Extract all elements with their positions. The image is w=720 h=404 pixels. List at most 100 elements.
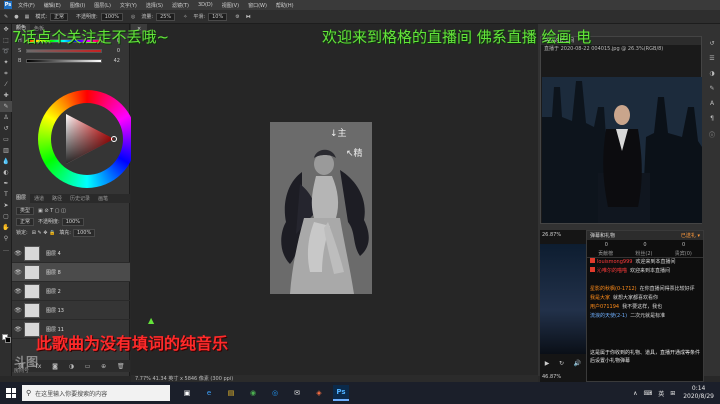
quick-select-tool-icon[interactable]: ✦ [0, 57, 12, 68]
properties-panel-icon[interactable]: ☰ [709, 55, 714, 62]
menu-edit[interactable]: 编辑(E) [44, 2, 61, 9]
tab-layers[interactable]: 图层 [12, 194, 31, 203]
chat-nickname[interactable]: 星影的秋枫(0-1712) [590, 286, 637, 292]
chat-nickname[interactable]: 沁唯尔的喵喵 [597, 268, 627, 274]
photoshop-taskbar-icon[interactable]: Ps [333, 385, 349, 401]
delete-layer-icon[interactable]: 🗑 [117, 363, 125, 370]
layer-row[interactable]: 👁 图层 2 [12, 282, 130, 301]
mode-select[interactable]: 正常 [50, 12, 69, 21]
mail-icon[interactable]: ✉ [289, 385, 305, 401]
chat-nickname[interactable]: 我是大家 [590, 295, 610, 301]
file-explorer-icon[interactable]: ▤ [223, 385, 239, 401]
gradient-tool-icon[interactable]: ▥ [0, 145, 12, 156]
dodge-tool-icon[interactable]: ◐ [0, 167, 12, 178]
tab-channels[interactable]: 通道 [30, 195, 48, 202]
saturation-track[interactable] [26, 49, 102, 53]
visibility-eye-icon[interactable]: 👁 [12, 326, 24, 333]
eyedropper-tool-icon[interactable]: ⁄ [0, 79, 12, 90]
marquee-tool-icon[interactable]: ⬚ [0, 35, 12, 46]
airbrush-icon[interactable]: ✧ [183, 14, 187, 20]
pen-tool-icon[interactable]: ✒ [0, 178, 12, 189]
refresh-icon[interactable]: ↻ [559, 360, 564, 367]
paragraph-panel-icon[interactable]: ¶ [710, 115, 714, 122]
flow-input[interactable]: 25% [156, 12, 176, 21]
chat-nickname[interactable]: 流浪的天使(2-1) [590, 313, 627, 319]
layer-opacity-input[interactable]: 100% [61, 217, 84, 226]
player-video[interactable] [540, 244, 586, 354]
volume-icon[interactable]: 🔊 [574, 360, 581, 367]
gifts-dropdown[interactable]: 已送礼 ▾ [681, 232, 700, 239]
saturation-value[interactable]: 0 [102, 48, 120, 54]
brightness-value[interactable]: 42 [102, 58, 120, 64]
tab-brushes[interactable]: 画笔 [94, 195, 112, 202]
color-wheel[interactable] [38, 90, 136, 188]
tab-contribution[interactable]: 贡献榜 [598, 250, 613, 257]
symmetry-icon[interactable]: ⧓ [246, 14, 251, 20]
lasso-tool-icon[interactable]: ➰ [0, 46, 12, 57]
input-language-indicator[interactable]: 英 [658, 389, 664, 398]
path-select-tool-icon[interactable]: ➤ [0, 200, 12, 211]
layer-row[interactable]: 👁 图层 4 [12, 244, 130, 263]
opacity-input[interactable]: 100% [100, 12, 123, 21]
visibility-eye-icon[interactable]: 👁 [12, 269, 24, 276]
background-color-swatch[interactable] [5, 337, 11, 343]
layer-row-selected[interactable]: 👁 图层 8 [12, 263, 130, 282]
zoom-tool-icon[interactable]: ⚲ [0, 233, 12, 244]
brush-settings-icon[interactable]: ▦ [25, 14, 30, 20]
visibility-eye-icon[interactable]: 👁 [12, 250, 24, 257]
type-tool-icon[interactable]: T [0, 189, 12, 200]
input-mode-icon[interactable]: ⊞ [670, 390, 675, 397]
hand-tool-icon[interactable]: ✋ [0, 222, 12, 233]
shape-tool-icon[interactable]: ▢ [0, 211, 12, 222]
start-button[interactable] [0, 382, 22, 404]
more-tools-icon[interactable]: … [0, 244, 12, 255]
move-tool-icon[interactable]: ✥ [0, 24, 12, 35]
menu-select[interactable]: 选择(S) [146, 2, 163, 9]
taskbar-clock[interactable]: 0:14 2020/8/29 [683, 385, 714, 401]
blur-tool-icon[interactable]: 💧 [0, 156, 12, 167]
fill-input[interactable]: 100% [72, 228, 96, 237]
drawing-canvas[interactable]: ↓主 ↖精 [270, 122, 372, 294]
layer-row[interactable]: 👁 图层 13 [12, 301, 130, 320]
keyboard-icon[interactable]: ⌨ [644, 390, 653, 397]
brush-tool-icon[interactable]: ✎ [0, 101, 12, 112]
menu-file[interactable]: 文件(F) [18, 2, 35, 9]
menu-help[interactable]: 帮助(H) [276, 2, 294, 9]
history-panel-icon[interactable]: ↺ [709, 40, 714, 47]
crop-tool-icon[interactable]: ⌗ [0, 68, 12, 79]
chat-nickname[interactable]: louismong999 [597, 259, 632, 265]
tab-history[interactable]: 历史记录 [66, 195, 94, 202]
layer-kind-select[interactable]: 类型 [16, 206, 35, 215]
menu-3d[interactable]: 3D(D) [198, 2, 213, 8]
brush-tool-icon[interactable]: ✎ [4, 14, 8, 20]
adjustment-layer-icon[interactable]: ◑ [69, 363, 74, 370]
chrome-browser-icon[interactable]: ◉ [245, 385, 261, 401]
brightness-slider[interactable]: B 42 [18, 58, 126, 64]
qq-browser-icon[interactable]: ◎ [267, 385, 283, 401]
brush-panel-icon[interactable]: ✎ [709, 85, 714, 92]
layer-filter-icons[interactable]: ▣ ⊘ T ▢ ◫ [38, 208, 66, 214]
brush-preset-icon[interactable]: ● [14, 14, 18, 20]
tab-paths[interactable]: 路径 [48, 195, 66, 202]
saturation-slider[interactable]: S 0 [18, 48, 126, 54]
menu-window[interactable]: 窗口(W) [248, 2, 267, 9]
menu-layer[interactable]: 图层(L) [94, 2, 111, 9]
visibility-eye-icon[interactable]: 👁 [12, 307, 24, 314]
menu-type[interactable]: 文字(Y) [120, 2, 137, 9]
saturation-triangle[interactable] [58, 110, 118, 168]
new-group-icon[interactable]: ▭ [85, 363, 91, 370]
streaming-app-icon[interactable]: ◈ [311, 385, 327, 401]
smoothing-settings-icon[interactable]: ⚙ [235, 14, 239, 20]
smoothing-input[interactable]: 10% [208, 12, 228, 21]
menu-view[interactable]: 视图(V) [222, 2, 239, 9]
menu-filter[interactable]: 滤镜(T) [172, 2, 189, 9]
chat-nickname[interactable]: 用户071194 [590, 304, 619, 310]
tab-fans[interactable]: 粉丝(2) [635, 250, 652, 257]
visibility-eye-icon[interactable]: 👁 [12, 288, 24, 295]
lock-icons[interactable]: ⊞ ✎ ✥ 🔒 [32, 230, 56, 236]
tab-vip[interactable]: 贵宾(0) [675, 250, 692, 257]
history-brush-tool-icon[interactable]: ↺ [0, 123, 12, 134]
healing-tool-icon[interactable]: ✚ [0, 90, 12, 101]
tray-overflow-icon[interactable]: ∧ [633, 390, 637, 397]
taskbar-search-box[interactable]: ⚲ 在这里输入你要搜索的内容 [22, 385, 170, 401]
